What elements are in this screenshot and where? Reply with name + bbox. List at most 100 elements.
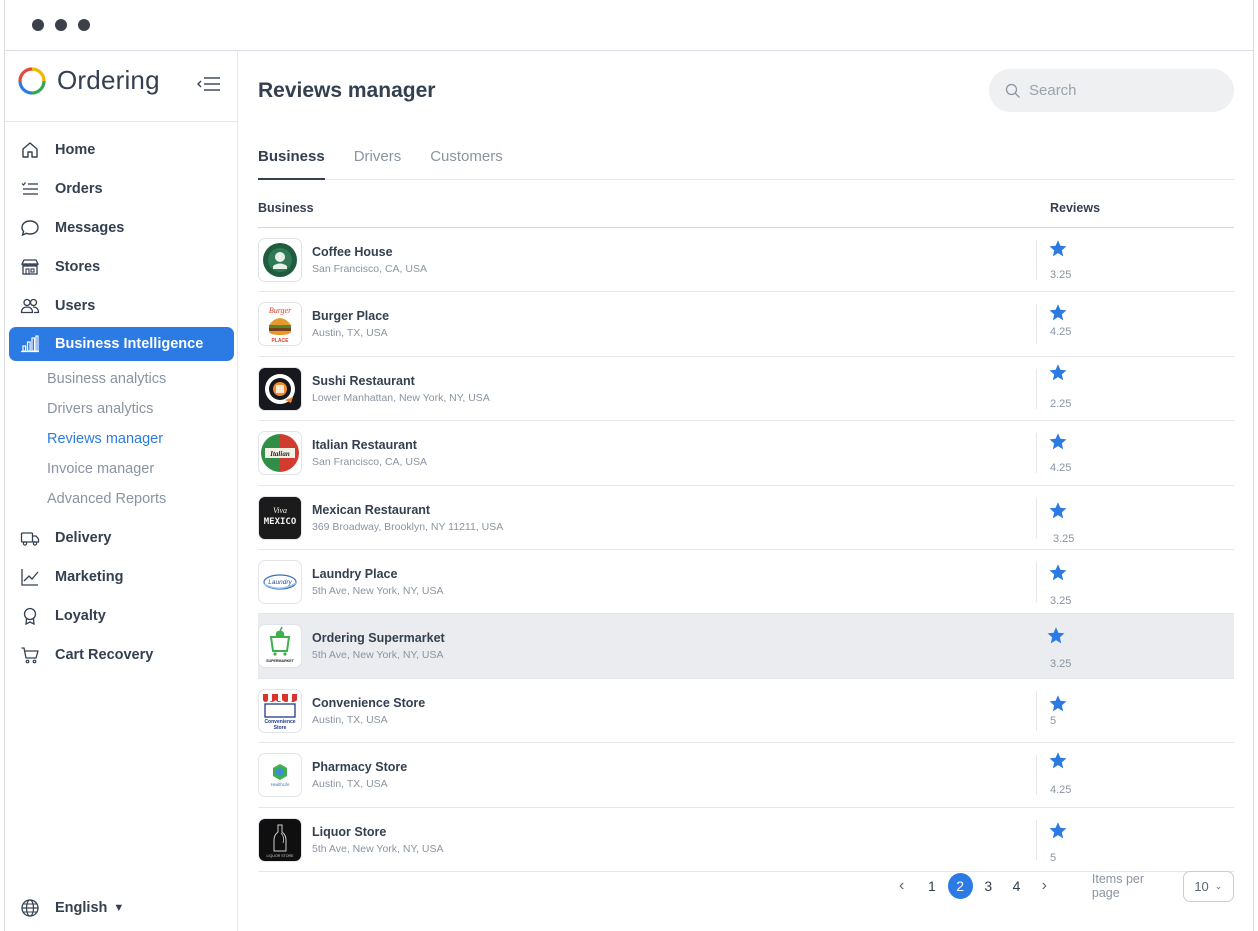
previous-page-icon[interactable]: ‹	[892, 877, 911, 895]
globe-icon	[19, 897, 41, 919]
brand-name: Ordering	[57, 65, 160, 95]
store-icon	[19, 256, 41, 278]
table-row[interactable]: LIQUOR STORE Liquor Store 5th Ave, New Y…	[258, 808, 1234, 872]
sidebar-item-messages[interactable]: Messages	[5, 208, 238, 247]
business-name: Ordering Supermarket	[312, 631, 445, 646]
burger-logo-icon: Burger PLACE	[269, 306, 292, 344]
business-logo: Burger PLACE	[258, 302, 302, 347]
table-row[interactable]: Sushi Restaurant Lower Manhattan, New Yo…	[258, 357, 1234, 422]
page-3[interactable]: 3	[976, 873, 1001, 899]
window-maximize-control[interactable]	[78, 19, 90, 31]
convenience-logo-icon: Convenience Store	[263, 693, 297, 731]
window-close-control[interactable]	[32, 19, 44, 31]
caret-down-icon: ▼	[113, 902, 125, 914]
trend-icon	[19, 566, 41, 588]
sidebar-nav: Home Orders Messages Stores Users Busine…	[5, 130, 238, 674]
language-selector[interactable]: English ▼	[19, 897, 124, 919]
sidebar-item-home[interactable]: Home	[5, 130, 238, 169]
business-name: Coffee House	[312, 245, 393, 259]
next-page-icon[interactable]: ›	[1035, 877, 1054, 895]
sidebar-item-marketing[interactable]: Marketing	[5, 557, 238, 596]
window-minimize-control[interactable]	[55, 19, 67, 31]
business-address: Austin, TX, USA	[312, 778, 388, 791]
column-divider	[1036, 690, 1037, 731]
items-per-page-select[interactable]: 10 ⌄	[1182, 870, 1235, 902]
table-row[interactable]: Coffee House San Francisco, CA, USA 3.25	[258, 228, 1234, 293]
submenu-advanced-reports[interactable]: Advanced Reports	[5, 484, 238, 514]
business-name: Laundry Place	[312, 566, 398, 581]
table-row[interactable]: Laundry Laundry Place 5th Ave, New York,…	[258, 550, 1234, 615]
sidebar-item-label: Messages	[55, 219, 125, 236]
star-icon	[1049, 501, 1067, 518]
sidebar-item-users[interactable]: Users	[5, 286, 238, 325]
table-header: Business Reviews	[258, 199, 1234, 228]
review-score: 5	[1050, 714, 1057, 727]
tab-business[interactable]: Business	[258, 145, 325, 180]
business-address: 369 Broadway, Brooklyn, NY 11211, USA	[312, 520, 504, 533]
page-1[interactable]: 1	[919, 873, 944, 899]
language-label: English	[55, 900, 108, 916]
pharmacy-logo-text: HealthLife	[271, 782, 291, 787]
sidebar-item-cart-recovery[interactable]: Cart Recovery	[5, 635, 238, 674]
table-row[interactable]: HealthLife Pharmacy Store Austin, TX, US…	[258, 743, 1234, 808]
column-divider	[1036, 433, 1037, 474]
search-input[interactable]	[1029, 82, 1209, 99]
submenu-drivers-analytics[interactable]: Drivers analytics	[5, 394, 238, 424]
sidebar-item-orders[interactable]: Orders	[5, 169, 238, 208]
sidebar-item-stores[interactable]: Stores	[5, 247, 238, 286]
submenu-reviews-manager[interactable]: Reviews manager	[5, 424, 238, 454]
page-2[interactable]: 2	[947, 873, 973, 899]
table-row[interactable]: Viva MEXICO Mexican Restaurant 369 Broad…	[258, 486, 1234, 550]
sidebar-item-delivery[interactable]: Delivery	[5, 518, 238, 557]
submenu-invoice-manager[interactable]: Invoice manager	[5, 454, 238, 484]
items-per-page-value: 10	[1194, 878, 1209, 894]
column-header-reviews[interactable]: Reviews	[1050, 201, 1100, 215]
review-score: 3.25	[1050, 594, 1072, 607]
review-score: 4.25	[1050, 784, 1072, 797]
business-address: Austin, TX, USA	[312, 327, 388, 340]
business-address: Austin, TX, USA	[312, 713, 388, 726]
sidebar-item-loyalty[interactable]: Loyalty	[5, 596, 238, 635]
business-logo: Italian	[258, 431, 302, 476]
column-divider	[1036, 368, 1037, 409]
column-header-business[interactable]: Business	[258, 201, 314, 215]
page-title: Reviews manager	[258, 79, 436, 102]
table-row[interactable]: Italian Italian Restaurant San Francisco…	[258, 421, 1234, 486]
search-box[interactable]	[989, 69, 1234, 112]
coffee-logo-icon	[263, 243, 297, 277]
app-window: Ordering Home Orders Messages Stores Use…	[4, 0, 1254, 931]
pharmacy-logo-icon: HealthLife	[271, 764, 291, 787]
tab-drivers[interactable]: Drivers	[354, 145, 402, 180]
collapse-sidebar-icon[interactable]	[195, 73, 223, 95]
table-row[interactable]: Convenience Store Convenience Store Aust…	[258, 679, 1234, 744]
review-tabs: Business Drivers Customers	[258, 145, 1234, 180]
business-name: Liquor Store	[312, 824, 387, 839]
star-icon	[1049, 433, 1067, 450]
table-row[interactable]: Burger PLACE Burger Place Austin, TX, US…	[258, 292, 1234, 357]
business-address: 5th Ave, New York, NY, USA	[312, 649, 444, 662]
sidebar-item-label: Marketing	[55, 568, 124, 585]
review-score: 4.25	[1050, 326, 1072, 339]
sidebar-item-label: Business Intelligence	[55, 336, 204, 352]
sidebar-divider	[5, 121, 238, 122]
sidebar-item-label: Cart Recovery	[55, 646, 154, 663]
sidebar: Ordering Home Orders Messages Stores Use…	[5, 51, 238, 931]
brand[interactable]: Ordering	[17, 65, 160, 96]
tab-customers[interactable]: Customers	[430, 145, 503, 180]
users-icon	[19, 295, 41, 317]
mexico-logo-text: MEXICO	[264, 517, 297, 527]
star-icon	[1049, 694, 1067, 712]
column-divider	[1036, 561, 1037, 602]
business-review-list: Coffee House San Francisco, CA, USA 3.25…	[258, 228, 1234, 872]
column-divider	[1036, 819, 1037, 860]
bar-chart-icon	[19, 333, 41, 355]
submenu-business-analytics[interactable]: Business analytics	[5, 364, 238, 394]
sidebar-item-label: Delivery	[55, 529, 112, 546]
sidebar-item-label: Orders	[55, 180, 103, 197]
column-divider	[1036, 240, 1037, 280]
star-icon	[1049, 752, 1067, 769]
table-row[interactable]: SUPERMARKET Ordering Supermarket 5th Ave…	[258, 614, 1234, 679]
award-icon	[19, 605, 41, 627]
page-4[interactable]: 4	[1004, 873, 1029, 899]
sidebar-item-business-intelligence[interactable]: Business Intelligence	[9, 327, 234, 361]
